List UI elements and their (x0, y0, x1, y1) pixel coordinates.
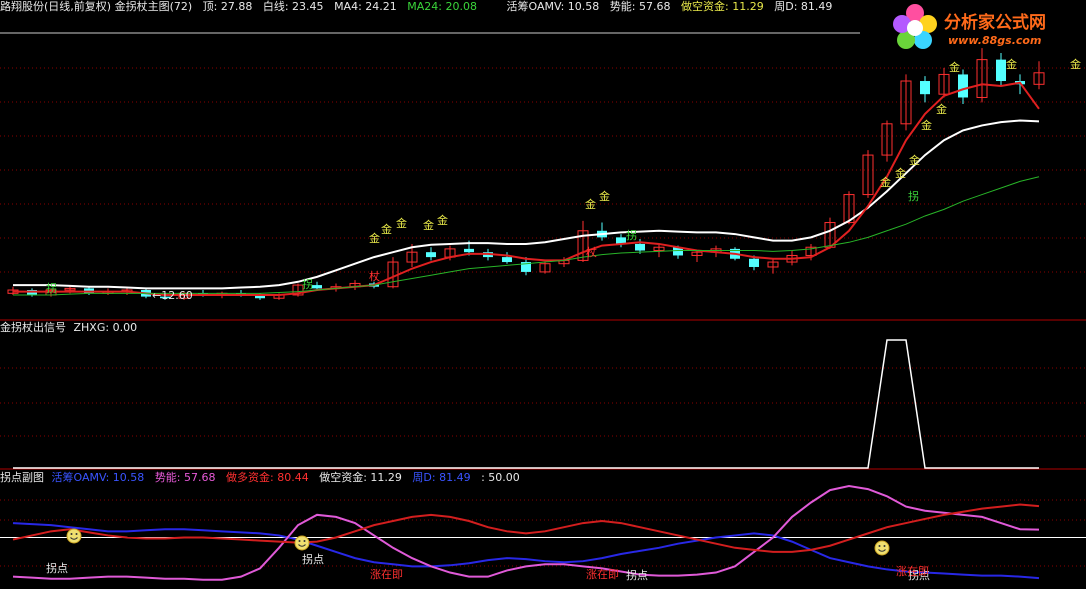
smiley-icon (66, 528, 82, 544)
candle-body (464, 248, 474, 253)
gold-marker: 金 (599, 190, 610, 203)
gold-marker: 金 (909, 154, 920, 167)
logo-name: 分析家公式网 (944, 13, 1046, 33)
gold-marker: 金 (921, 119, 932, 132)
gold-marker: 金 (936, 103, 947, 116)
gold-marker: 金 (585, 198, 596, 211)
gold-marker: 金 (1006, 58, 1017, 71)
crutch-marker: 拐 (46, 282, 57, 295)
turn-point-label: 拐点 (302, 553, 324, 566)
gold-marker: 金 (381, 223, 392, 236)
rise-soon-label: 涨在即 (586, 568, 619, 581)
gold-marker: 金 (396, 217, 407, 230)
smiley-icon (874, 540, 890, 556)
smiley-eye (303, 540, 306, 542)
rise-soon-label: 涨在即 (370, 568, 403, 581)
crutch-marker: 拐 (302, 278, 313, 291)
rise-soon-label: 涨在即 (896, 565, 929, 578)
smiley-eye (75, 533, 78, 535)
smiley-eye (298, 540, 301, 542)
smiley-icon (294, 535, 310, 551)
gold-marker: 金 (369, 232, 380, 245)
crutch2-marker: 杖 (586, 246, 597, 259)
gold-marker: 金 (949, 61, 960, 74)
candle-body (920, 81, 930, 95)
series-line-ma24 (13, 176, 1040, 296)
gold-marker: 金 (895, 167, 906, 180)
gold-marker: 金 (437, 214, 448, 227)
candle-body (502, 257, 512, 263)
smiley-eye (70, 533, 73, 535)
site-logo: 分析家公式网 www.88gs.com (890, 2, 1086, 52)
crutch-marker: 拐 (908, 190, 919, 203)
candle-body (635, 243, 645, 251)
logo-url: www.88gs.com (948, 34, 1042, 47)
crutch-marker: 拐 (626, 229, 637, 242)
gold-marker: 金 (880, 176, 891, 189)
candle-body (749, 258, 759, 267)
candle-body (426, 252, 436, 258)
smiley-eye (878, 545, 881, 547)
gold-marker: 金 (423, 219, 434, 232)
low-price-label: ←12.60 (152, 289, 193, 302)
candle-body (958, 74, 968, 98)
candle-body (996, 59, 1006, 82)
candle-body (312, 285, 322, 289)
smiley-eye (883, 545, 886, 547)
turn-point-label: 拐点 (46, 562, 68, 575)
crutch2-marker: 杖 (369, 270, 380, 283)
gold-marker: 金 (1070, 58, 1081, 71)
signal-line-zhxg (13, 339, 1039, 469)
flower-icon (893, 4, 937, 49)
turn-point-label: 拐点 (626, 569, 648, 582)
